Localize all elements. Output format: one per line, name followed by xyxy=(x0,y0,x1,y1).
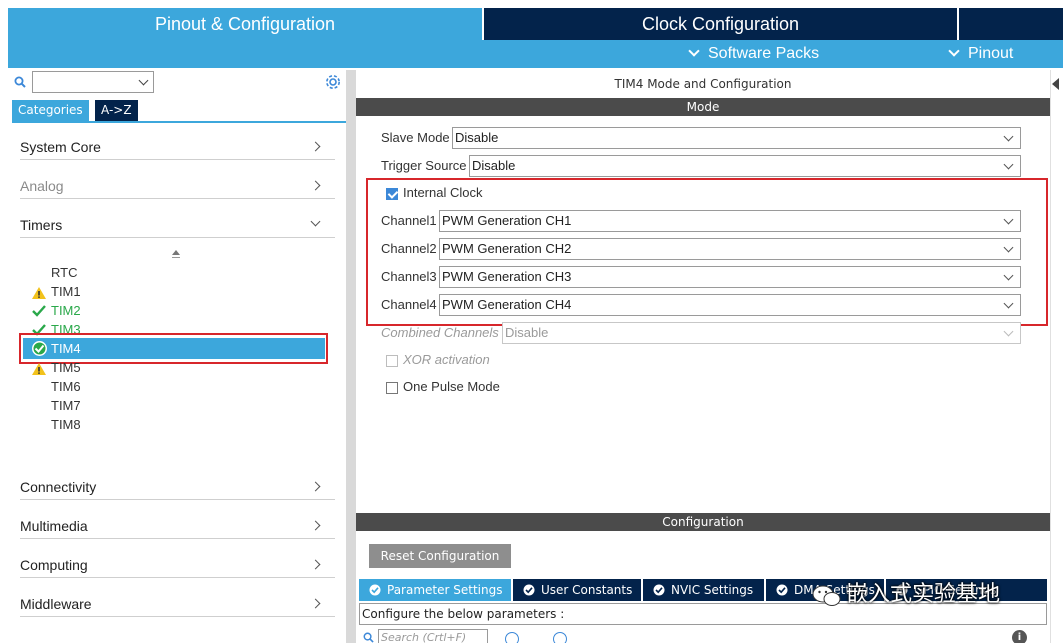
one-pulse-mode-checkbox[interactable] xyxy=(386,382,398,394)
sort-up-icon[interactable] xyxy=(172,250,180,255)
category-label: Analog xyxy=(20,178,64,194)
info-icon[interactable]: i xyxy=(1012,630,1027,643)
chevron-right-icon xyxy=(310,559,321,570)
parameter-search-input[interactable]: Search (Crtl+F) xyxy=(378,629,488,643)
gear-icon[interactable] xyxy=(324,73,342,91)
watermark-text: 嵌入式实验基地 xyxy=(846,582,1001,607)
check-circle-icon xyxy=(653,584,665,596)
chevron-down-icon xyxy=(1003,326,1014,337)
tab-label: User Constants xyxy=(541,583,633,597)
slave-mode-select[interactable]: Disable xyxy=(452,127,1021,149)
tab-clock-configuration[interactable]: Clock Configuration xyxy=(484,8,957,40)
chevron-right-icon xyxy=(310,598,321,609)
tab-underline xyxy=(12,121,346,123)
category-computing[interactable]: Computing xyxy=(20,552,335,578)
xor-activation-checkbox xyxy=(386,355,398,367)
timer-item-rtc[interactable]: RTC xyxy=(51,263,77,282)
panel-splitter[interactable] xyxy=(346,70,356,643)
timer-item-tim6[interactable]: TIM6 xyxy=(51,377,81,396)
timer-item-tim2[interactable]: TIM2 xyxy=(51,301,81,320)
configuration-section-header: Configuration xyxy=(356,513,1050,531)
tab-categories[interactable]: Categories xyxy=(12,100,89,121)
pinout-menu[interactable]: Pinout xyxy=(948,40,1014,68)
tab-label: Parameter Settings xyxy=(387,583,503,597)
trigger-source-label: Trigger Source xyxy=(381,158,467,173)
chevron-down-icon xyxy=(310,216,321,227)
reset-configuration-button[interactable]: Reset Configuration xyxy=(369,544,511,568)
category-label: Middleware xyxy=(20,596,92,612)
slave-mode-label: Slave Mode xyxy=(381,130,450,145)
category-middleware[interactable]: Middleware xyxy=(20,591,335,617)
timer-item-tim8[interactable]: TIM8 xyxy=(51,415,81,434)
select-value: Disable xyxy=(505,325,549,340)
category-label: System Core xyxy=(20,139,101,155)
chevron-right-icon xyxy=(310,520,321,531)
combined-channels-select: Disable xyxy=(502,322,1021,344)
timer-item-tim5[interactable]: TIM5 xyxy=(51,358,81,377)
check-icon xyxy=(32,305,46,317)
select-value: Disable xyxy=(455,130,499,145)
collapse-arrow-icon[interactable] xyxy=(1052,78,1059,90)
timer-item-tim1[interactable]: TIM1 xyxy=(51,282,81,301)
trigger-source-select[interactable]: Disable xyxy=(469,155,1021,177)
category-label: Multimedia xyxy=(20,518,88,534)
tab-label: NVIC Settings xyxy=(671,583,754,597)
panel-title: TIM4 Mode and Configuration xyxy=(614,77,792,91)
category-analog[interactable]: Analog xyxy=(20,173,335,199)
sub-toolbar: Software Packs Pinout xyxy=(8,40,1063,68)
xor-activation-label: XOR activation xyxy=(403,352,490,367)
warning-icon xyxy=(32,287,46,299)
one-pulse-mode-label: One Pulse Mode xyxy=(403,379,500,394)
highlight-box-channels xyxy=(366,178,1048,326)
tab-nvic-settings[interactable]: NVIC Settings xyxy=(643,579,764,601)
previous-result-icon[interactable] xyxy=(505,632,519,643)
next-result-icon[interactable] xyxy=(553,632,567,643)
tab-pinout-configuration[interactable]: Pinout & Configuration xyxy=(8,8,482,40)
software-packs-label: Software Packs xyxy=(708,45,820,62)
wechat-logo-icon xyxy=(812,585,841,606)
check-circle-icon xyxy=(369,584,381,596)
category-system-core[interactable]: System Core xyxy=(20,134,335,160)
check-circle-icon xyxy=(776,584,788,596)
search-icon xyxy=(363,632,374,643)
right-edge-panel xyxy=(1050,70,1063,643)
tab-overflow[interactable] xyxy=(959,8,1063,40)
combined-channels-label: Combined Channels xyxy=(381,325,499,340)
tab-parameter-settings[interactable]: Parameter Settings xyxy=(359,579,511,601)
sort-divider xyxy=(172,257,180,258)
tab-user-constants[interactable]: User Constants xyxy=(513,579,641,601)
software-packs-menu[interactable]: Software Packs xyxy=(688,40,820,68)
search-combo[interactable] xyxy=(32,71,154,93)
check-circle-icon xyxy=(523,584,535,596)
chevron-down-icon xyxy=(1003,131,1014,142)
category-timers[interactable]: Timers xyxy=(20,212,335,238)
category-multimedia[interactable]: Multimedia xyxy=(20,513,335,539)
chevron-right-icon xyxy=(310,180,321,191)
chevron-right-icon xyxy=(310,141,321,152)
chevron-right-icon xyxy=(310,481,321,492)
pinout-label: Pinout xyxy=(968,45,1014,62)
category-label: Computing xyxy=(20,557,88,573)
mode-section-header: Mode xyxy=(356,98,1050,116)
category-label: Connectivity xyxy=(20,479,97,495)
category-connectivity[interactable]: Connectivity xyxy=(20,474,335,500)
warning-icon xyxy=(32,363,46,375)
chevron-down-icon xyxy=(138,75,149,86)
timer-item-tim7[interactable]: TIM7 xyxy=(51,396,81,415)
chevron-down-icon xyxy=(948,45,960,57)
category-label: Timers xyxy=(20,217,63,233)
chevron-down-icon xyxy=(688,45,700,57)
select-value: Disable xyxy=(472,158,516,173)
search-icon[interactable] xyxy=(14,76,26,88)
chevron-down-icon xyxy=(1003,159,1014,170)
tab-a-z[interactable]: A->Z xyxy=(95,100,138,121)
